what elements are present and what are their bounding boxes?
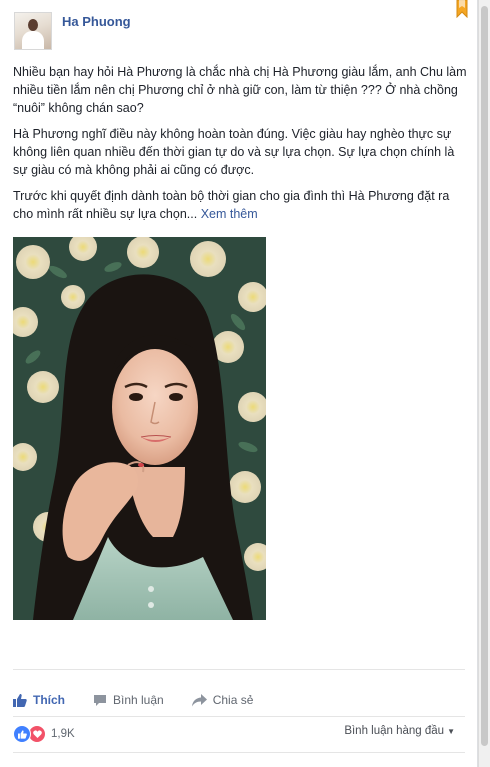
- chevron-down-icon: ▼: [447, 726, 455, 736]
- comment-sort-label: Bình luận hàng đầu: [344, 725, 445, 737]
- like-label: Thích: [33, 693, 65, 707]
- comment-label: Bình luận: [113, 693, 164, 707]
- like-button[interactable]: Thích: [13, 693, 65, 707]
- share-arrow-icon: [191, 693, 207, 706]
- divider: [13, 716, 465, 717]
- post-paragraph: Hà Phương nghĩ điều này không hoàn toàn …: [13, 127, 455, 177]
- author-name[interactable]: Ha Phuong: [62, 14, 131, 29]
- truncated-content: [18, 760, 78, 767]
- bookmark-icon[interactable]: [456, 0, 468, 18]
- avatar[interactable]: [14, 12, 52, 50]
- thumbs-up-icon: [13, 693, 27, 707]
- post-card: Ha Phuong Nhiều bạn hay hỏi Hà Phương là…: [0, 0, 478, 767]
- scrollbar-thumb[interactable]: [481, 6, 488, 746]
- share-label: Chia sẻ: [212, 693, 254, 707]
- reaction-count: 1,9K: [51, 728, 75, 740]
- comment-sort-dropdown[interactable]: Bình luận hàng đầu ▼: [344, 725, 455, 737]
- divider: [13, 669, 465, 670]
- thumbs-up-icon: [13, 725, 31, 743]
- divider: [13, 752, 465, 753]
- scrollbar[interactable]: [478, 0, 490, 767]
- post-photo[interactable]: [13, 237, 266, 620]
- post-paragraph-last: Trước khi quyết định dành toàn bộ thời g…: [13, 187, 468, 223]
- avatar-head: [28, 19, 38, 31]
- reactions-summary[interactable]: 1,9K: [13, 724, 75, 744]
- action-bar: Thích Bình luận Chia sẻ: [13, 688, 281, 712]
- comment-button[interactable]: Bình luận: [93, 693, 164, 707]
- post-text: Nhiều bạn hay hỏi Hà Phương là chắc nhà …: [13, 63, 468, 231]
- post-paragraph: Nhiều bạn hay hỏi Hà Phương là chắc nhà …: [13, 65, 467, 115]
- portrait-image: [13, 237, 266, 620]
- see-more-link[interactable]: Xem thêm: [201, 207, 258, 221]
- share-button[interactable]: Chia sẻ: [191, 693, 254, 707]
- avatar-body: [22, 31, 44, 49]
- speech-bubble-icon: [94, 694, 106, 706]
